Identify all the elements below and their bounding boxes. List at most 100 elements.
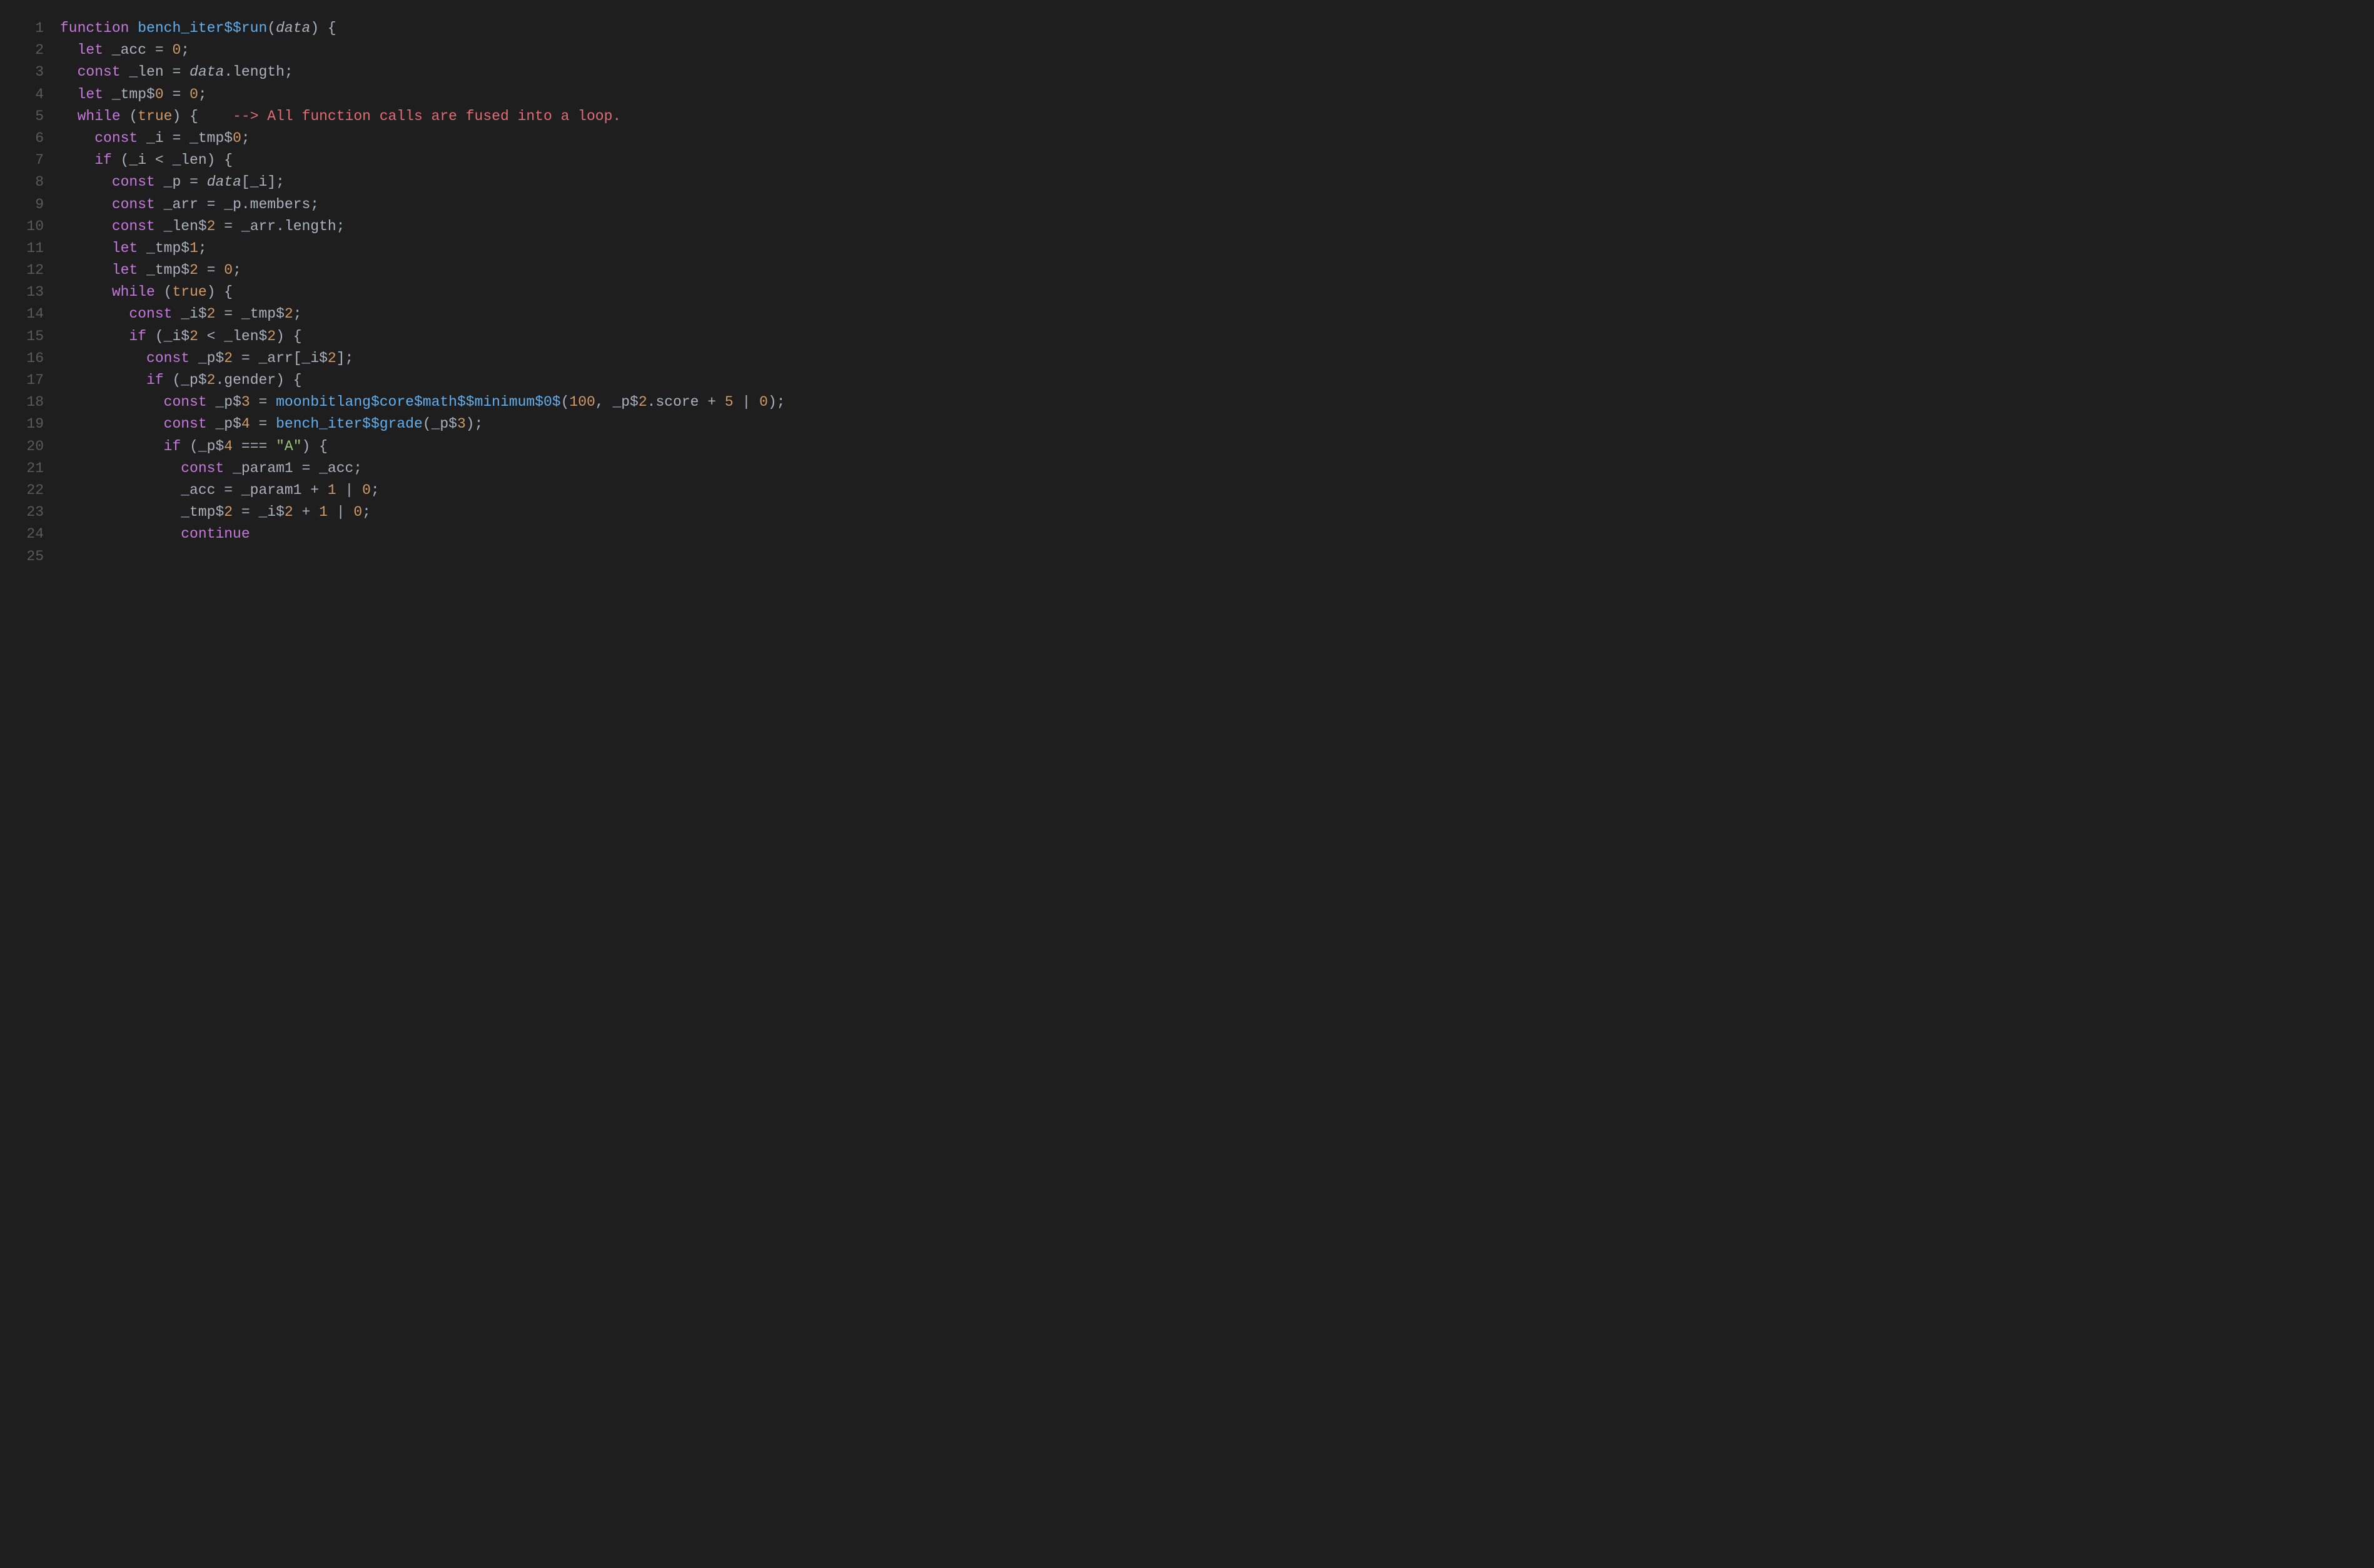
code-token (60, 130, 94, 146)
code-token: 2 (207, 372, 216, 388)
code-token: 2 (285, 504, 293, 520)
code-token: = _arr[_i$ (233, 350, 328, 366)
code-token: , _p$ (595, 394, 639, 410)
code-token: ) { (302, 438, 328, 455)
code-line: let _tmp$0 = 0; (60, 84, 2374, 106)
code-token: (_p$ (423, 416, 457, 432)
code-line: continue (60, 523, 2374, 545)
line-number: 20 (0, 436, 44, 458)
code-token: _param1 (233, 460, 301, 476)
line-number: 2 (0, 39, 44, 61)
code-token: const (112, 196, 164, 213)
code-token: 2 (267, 328, 276, 344)
code-token: _p$ (215, 416, 241, 432)
code-line: while (true) { (60, 281, 2374, 303)
code-token (60, 526, 181, 542)
code-line: let _tmp$1; (60, 238, 2374, 259)
code-token: if (146, 372, 172, 388)
code-line: const _len = data.length; (60, 61, 2374, 83)
line-number: 14 (0, 303, 44, 325)
code-token: .length; (224, 64, 293, 80)
code-token: const (164, 416, 216, 432)
line-number: 1 (0, 18, 44, 39)
code-token: if (129, 328, 154, 344)
code-token: --> All function calls are fused into a … (233, 108, 621, 124)
code-token (60, 86, 78, 103)
code-token: ) { (207, 284, 233, 300)
line-number: 5 (0, 106, 44, 128)
code-token: = (155, 42, 173, 58)
code-line: let _acc = 0; (60, 39, 2374, 61)
code-token: _p (164, 174, 189, 190)
code-token: bench_iter$$grade (276, 416, 423, 432)
code-token (60, 218, 112, 234)
code-line: const _p = data[_i]; (60, 171, 2374, 193)
code-token: const (78, 64, 129, 80)
code-token (60, 328, 129, 344)
code-token: _tmp$ (60, 504, 224, 520)
line-number: 12 (0, 259, 44, 281)
code-token: 2 (224, 504, 233, 520)
code-token: _p$ (198, 350, 224, 366)
code-token: _acc (112, 42, 155, 58)
line-number: 10 (0, 216, 44, 238)
code-token: _acc = _param1 + (60, 482, 328, 498)
code-token: data (276, 20, 310, 36)
code-token: 1 (328, 482, 336, 498)
code-token: = (250, 416, 276, 432)
code-token: === (233, 438, 276, 455)
code-token: while (112, 284, 164, 300)
code-area[interactable]: function bench_iter$$run(data) { let _ac… (60, 18, 2374, 568)
code-token: 0 (233, 130, 241, 146)
code-token: let (78, 86, 112, 103)
code-token: | (734, 394, 759, 410)
line-number: 18 (0, 391, 44, 413)
code-line: _tmp$2 = _i$2 + 1 | 0; (60, 501, 2374, 523)
code-token: ; (198, 86, 207, 103)
code-token: _tmp$ (112, 86, 155, 103)
code-token: ; (181, 42, 189, 58)
line-number: 7 (0, 149, 44, 171)
code-token: 2 (328, 350, 336, 366)
code-token: 2 (639, 394, 647, 410)
code-token: const (112, 174, 164, 190)
code-token: (_p$ (172, 372, 206, 388)
code-token: .gender) { (215, 372, 301, 388)
line-numbers-gutter: 1234567891011121314151617181920212223242… (0, 18, 60, 568)
code-token: 2 (207, 306, 216, 322)
code-token: const (146, 350, 198, 366)
code-token: if (94, 152, 120, 168)
code-token: "A" (276, 438, 301, 455)
code-token: _tmp$ (146, 262, 189, 278)
code-token: (_i$ (155, 328, 189, 344)
code-token (60, 108, 78, 124)
code-token: 2 (207, 218, 216, 234)
code-token: ( (164, 284, 173, 300)
code-token: | (336, 482, 362, 498)
code-token: const (112, 218, 164, 234)
code-token: if (164, 438, 189, 455)
code-token: = (172, 64, 189, 80)
code-token: = (164, 86, 189, 103)
code-token: true (172, 284, 206, 300)
code-token (60, 64, 78, 80)
code-line: function bench_iter$$run(data) { (60, 18, 2374, 39)
code-token: = _arr.length; (215, 218, 345, 234)
code-line: const _param1 = _acc; (60, 458, 2374, 480)
code-token: ) { (172, 108, 233, 124)
code-line: const _len$2 = _arr.length; (60, 216, 2374, 238)
code-line: if (_p$2.gender) { (60, 369, 2374, 391)
code-token (60, 306, 129, 322)
code-token: [_i]; (241, 174, 285, 190)
code-token: data (189, 64, 224, 80)
code-token: ; (371, 482, 380, 498)
code-token: const (129, 306, 181, 322)
code-token: = _p.members; (207, 196, 319, 213)
code-token (60, 42, 78, 58)
code-editor: 1234567891011121314151617181920212223242… (0, 18, 2374, 568)
code-token: function (60, 20, 138, 36)
code-token: 0 (362, 482, 371, 498)
code-token (60, 174, 112, 190)
code-token: 2 (224, 350, 233, 366)
code-token: = _tmp$ (215, 306, 284, 322)
